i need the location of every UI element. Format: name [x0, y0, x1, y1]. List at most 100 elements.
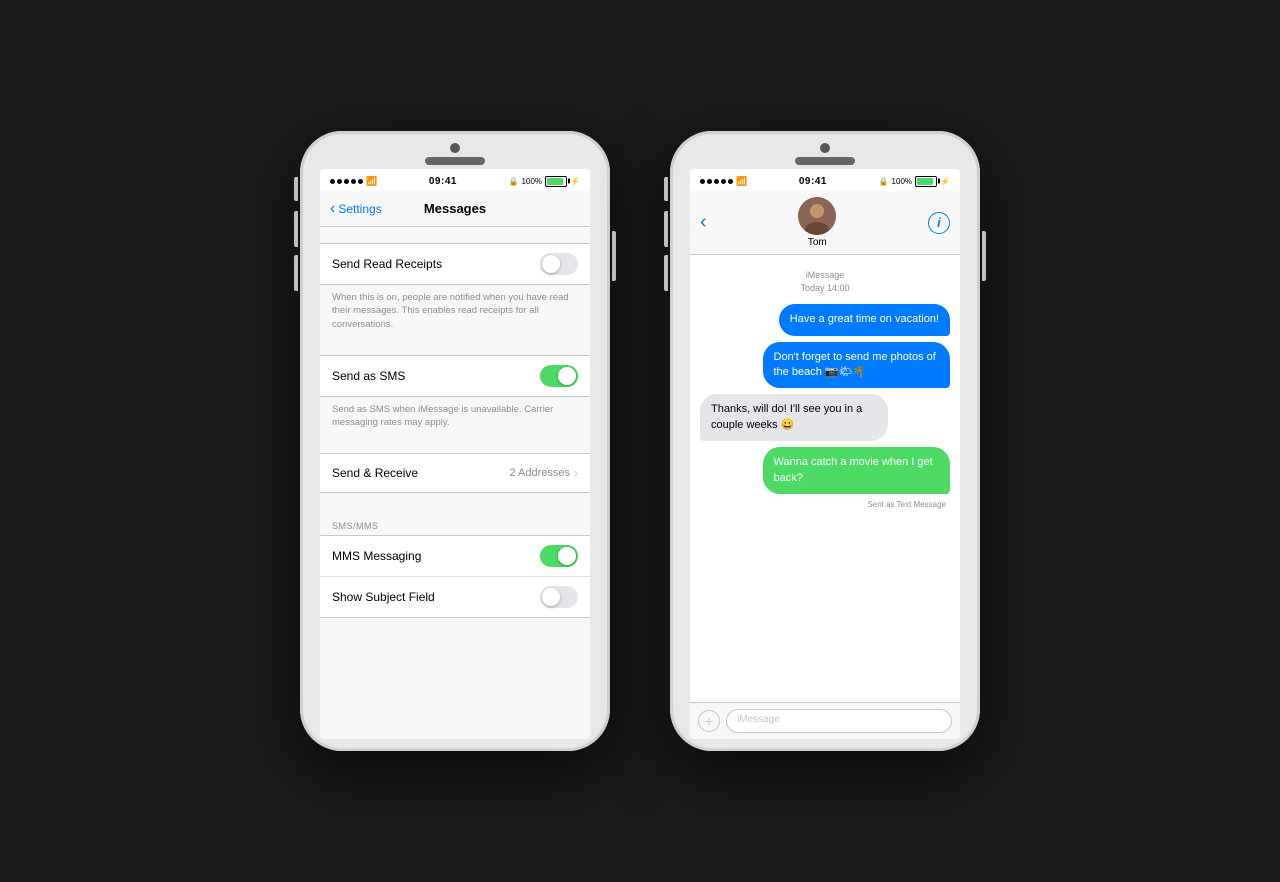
signal-dot-1	[330, 179, 335, 184]
charging-icon: ⚡	[570, 177, 580, 186]
status-time: 09:41	[429, 176, 457, 187]
read-receipts-row[interactable]: Send Read Receipts	[320, 244, 590, 284]
send-receive-label: Send & Receive	[332, 466, 418, 480]
messages-area: iMessage Today 14:00 Have a great time o…	[690, 255, 960, 702]
battery-area: 🔒 100% ⚡	[509, 176, 580, 187]
toggle-knob-4	[542, 588, 560, 606]
spacer-4	[320, 493, 590, 509]
front-camera-r	[820, 143, 830, 153]
camera-button[interactable]: +	[698, 710, 720, 732]
bubble-2: Don't forget to send me photos of the be…	[763, 342, 951, 389]
send-sms-section: Send as SMS	[320, 355, 590, 397]
send-sms-label: Send as SMS	[332, 369, 405, 383]
back-button-messages[interactable]: ‹	[700, 211, 707, 234]
send-receive-value: 2 Addresses ›	[509, 466, 578, 480]
battery-icon	[545, 176, 567, 187]
show-subject-row[interactable]: Show Subject Field	[320, 577, 590, 617]
info-button[interactable]: i	[928, 212, 950, 234]
charging-icon-r: ⚡	[940, 177, 950, 186]
status-bar: 📶 09:41 🔒 100% ⚡	[320, 169, 590, 191]
messages-phone: 📶 09:41 🔒 100% ⚡ ‹	[670, 131, 980, 751]
battery-fill-r	[917, 178, 933, 185]
settings-nav-bar: ‹ Settings Messages	[320, 191, 590, 227]
signal-dot-4	[351, 179, 356, 184]
phone-top	[308, 143, 602, 165]
message-input-area: + iMessage	[690, 702, 960, 739]
back-button[interactable]: ‹ Settings	[330, 200, 382, 218]
bubble-text-4: Wanna catch a movie when I get back?	[774, 456, 933, 483]
phone-top-r	[678, 143, 972, 165]
settings-content: Send Read Receipts When this is on, peop…	[320, 227, 590, 739]
volume-up-button-r[interactable]	[664, 211, 668, 247]
subject-toggle[interactable]	[540, 586, 578, 608]
battery-shape	[545, 176, 567, 187]
messages-nav-bar: ‹ Tom i	[690, 191, 960, 255]
send-sms-row[interactable]: Send as SMS	[320, 356, 590, 396]
bubble-1: Have a great time on vacation!	[779, 304, 950, 335]
lock-icon: 🔒	[509, 177, 519, 186]
read-receipts-toggle[interactable]	[540, 253, 578, 275]
show-subject-label: Show Subject Field	[332, 590, 435, 604]
sms-mms-header: SMS/MMS	[320, 509, 590, 535]
bubble-4: Wanna catch a movie when I get back?	[763, 447, 951, 494]
send-receive-section: Send & Receive 2 Addresses ›	[320, 453, 590, 493]
send-receive-row[interactable]: Send & Receive 2 Addresses ›	[320, 454, 590, 492]
imessage-label: iMessage	[700, 269, 950, 282]
message-input[interactable]: iMessage	[726, 709, 952, 733]
timestamp: iMessage Today 14:00	[700, 269, 950, 294]
signal-dots-r	[700, 179, 733, 184]
battery-fill	[547, 178, 563, 185]
message-row-3: Thanks, will do! I'll see you in a coupl…	[700, 394, 950, 441]
battery-area-r: 🔒 100% ⚡	[879, 176, 950, 187]
signal-dot-5	[358, 179, 363, 184]
bubble-text-1: Have a great time on vacation!	[790, 313, 939, 325]
back-label: Settings	[338, 202, 381, 216]
page-title: Messages	[424, 201, 486, 216]
settings-phone: 📶 09:41 🔒 100% ⚡ ‹	[300, 131, 610, 751]
status-time-r: 09:41	[799, 176, 827, 187]
mute-button[interactable]	[294, 177, 298, 201]
messages-screen: 📶 09:41 🔒 100% ⚡ ‹	[690, 169, 960, 739]
wifi-icon: 📶	[366, 176, 377, 187]
signal-dots	[330, 179, 363, 184]
settings-screen: 📶 09:41 🔒 100% ⚡ ‹	[320, 169, 590, 739]
battery-shape-r	[915, 176, 937, 187]
time-label: Today 14:00	[700, 282, 950, 295]
signal-dot-2	[337, 179, 342, 184]
volume-down-button[interactable]	[294, 255, 298, 291]
wifi-icon-r: 📶	[736, 176, 747, 187]
read-receipts-desc: When this is on, people are notified whe…	[320, 285, 590, 339]
send-sms-toggle[interactable]	[540, 365, 578, 387]
read-receipts-section: Send Read Receipts	[320, 243, 590, 285]
battery-icon-r	[915, 176, 937, 187]
contact-header[interactable]: Tom	[798, 197, 836, 248]
message-row-1: Have a great time on vacation!	[700, 304, 950, 335]
signal-area-r: 📶	[700, 176, 747, 187]
spacer-2	[320, 339, 590, 355]
address-count: 2 Addresses	[509, 467, 570, 479]
sms-mms-section: MMS Messaging Show Subject Field	[320, 535, 590, 618]
mms-messaging-label: MMS Messaging	[332, 549, 421, 563]
volume-up-button[interactable]	[294, 211, 298, 247]
spacer-1	[320, 227, 590, 243]
status-bar-r: 📶 09:41 🔒 100% ⚡	[690, 169, 960, 191]
signal-dot-3	[344, 179, 349, 184]
speaker	[425, 157, 485, 165]
front-camera	[450, 143, 460, 153]
contact-name: Tom	[808, 237, 827, 248]
back-chevron-icon: ‹	[330, 200, 335, 218]
toggle-knob	[542, 255, 560, 273]
read-receipts-label: Send Read Receipts	[332, 257, 442, 271]
spacer-3	[320, 437, 590, 453]
power-button-r[interactable]	[982, 231, 986, 281]
mute-button-r[interactable]	[664, 177, 668, 201]
power-button[interactable]	[612, 231, 616, 281]
phones-container: 📶 09:41 🔒 100% ⚡ ‹	[300, 131, 980, 751]
mms-toggle[interactable]	[540, 545, 578, 567]
bubble-3: Thanks, will do! I'll see you in a coupl…	[700, 394, 888, 441]
mms-messaging-row[interactable]: MMS Messaging	[320, 536, 590, 577]
message-row-2: Don't forget to send me photos of the be…	[700, 342, 950, 389]
send-sms-desc: Send as SMS when iMessage is unavailable…	[320, 397, 590, 438]
lock-icon-r: 🔒	[879, 177, 889, 186]
volume-down-button-r[interactable]	[664, 255, 668, 291]
